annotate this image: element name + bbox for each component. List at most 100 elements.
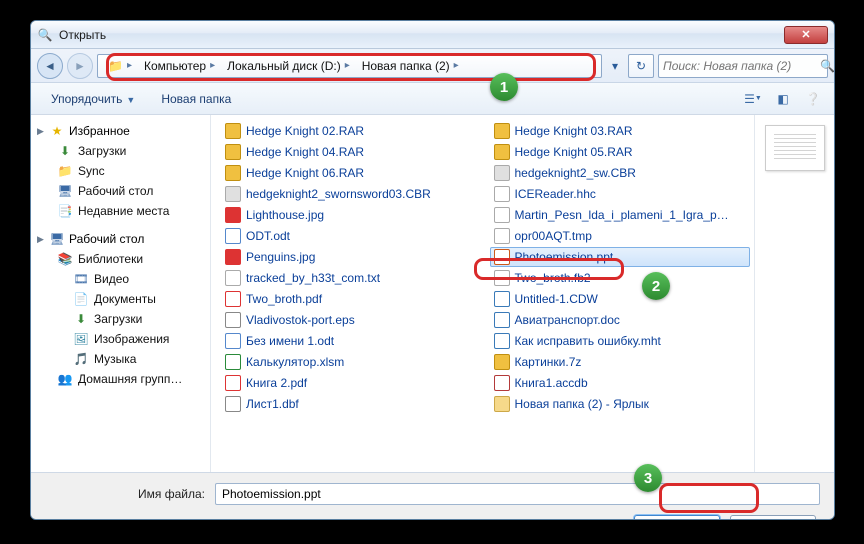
search-input[interactable] <box>663 59 820 73</box>
sidebar-video[interactable]: 🎞Видео <box>31 269 210 289</box>
library-icon: 📚 <box>57 251 73 267</box>
file-name: Hedge Knight 05.RAR <box>515 145 633 159</box>
sidebar-homegroup[interactable]: 👥Домашняя групп… <box>31 369 210 389</box>
file-item[interactable]: Картинки.7z <box>490 352 751 372</box>
file-item[interactable]: hedgeknight2_sw.CBR <box>490 163 751 183</box>
organize-button[interactable]: Упорядочить▼ <box>41 88 145 110</box>
file-icon <box>494 291 510 307</box>
open-button[interactable]: Открыть▼ <box>634 515 720 520</box>
file-name: Untitled-1.CDW <box>515 292 598 306</box>
file-item[interactable]: Книга 2.pdf <box>221 373 482 393</box>
file-pane: Hedge Knight 02.RARHedge Knight 04.RAR He… <box>211 115 754 472</box>
file-item[interactable]: Hedge Knight 06.RAR <box>221 163 482 183</box>
sidebar-desktop[interactable]: ▶🖥Рабочий стол <box>31 229 210 249</box>
file-item[interactable]: Hedge Knight 02.RAR <box>221 121 482 141</box>
new-folder-button[interactable]: Новая папка <box>151 88 241 110</box>
file-icon <box>225 207 241 223</box>
file-item[interactable]: Two_broth.fb2 <box>490 268 751 288</box>
file-icon <box>225 396 241 412</box>
file-icon <box>225 291 241 307</box>
download-icon: ⬇ <box>73 311 89 327</box>
file-icon <box>494 312 510 328</box>
sidebar-libraries[interactable]: 📚Библиотеки <box>31 249 210 269</box>
breadcrumb[interactable]: 📁▸ Компьютер▸ Локальный диск (D:)▸ Новая… <box>97 54 602 78</box>
file-name: Лист1.dbf <box>246 397 299 411</box>
sidebar-downloads2[interactable]: ⬇Загрузки <box>31 309 210 329</box>
file-item[interactable]: Untitled-1.CDW <box>490 289 751 309</box>
refresh-button[interactable]: ↻ <box>628 54 654 78</box>
close-button[interactable]: ✕ <box>784 26 828 44</box>
file-name: Photoemission.ppt <box>515 250 614 264</box>
file-icon <box>225 333 241 349</box>
file-item[interactable]: Лист1.dbf <box>221 394 482 414</box>
sidebar-sync[interactable]: 📁Sync <box>31 161 210 181</box>
file-name: hedgeknight2_sw.CBR <box>515 166 636 180</box>
sidebar-documents[interactable]: 📄Документы <box>31 289 210 309</box>
preview-thumbnail <box>765 125 825 171</box>
sidebar-favorites[interactable]: ▶★Избранное <box>31 121 210 141</box>
file-icon <box>225 228 241 244</box>
file-icon <box>494 249 510 265</box>
sidebar-music[interactable]: 🎵Музыка <box>31 349 210 369</box>
file-item[interactable]: Hedge Knight 03.RAR <box>490 121 751 141</box>
crumb-1[interactable]: Локальный диск (D:)▸ <box>221 59 356 73</box>
file-name: Two_broth.fb2 <box>515 271 591 285</box>
file-name: Hedge Knight 06.RAR <box>246 166 364 180</box>
file-icon <box>494 333 510 349</box>
file-item[interactable]: hedgeknight2_swornsword03.CBR <box>221 184 482 204</box>
window-title: Открыть <box>59 28 784 42</box>
file-item[interactable]: Vladivostok-port.eps <box>221 310 482 330</box>
crumb-2[interactable]: Новая папка (2)▸ <box>356 59 465 73</box>
file-name: Картинки.7z <box>515 355 582 369</box>
preview-pane-button[interactable]: ◧ <box>772 88 794 110</box>
file-name: Калькулятор.xlsm <box>246 355 344 369</box>
video-icon: 🎞 <box>73 271 89 287</box>
file-item[interactable]: ODT.odt <box>221 226 482 246</box>
file-item[interactable]: Без имени 1.odt <box>221 331 482 351</box>
crumb-root[interactable]: 📁▸ <box>102 59 138 73</box>
cancel-button[interactable]: Отмена <box>730 515 816 520</box>
file-item[interactable]: Калькулятор.xlsm <box>221 352 482 372</box>
file-icon <box>494 396 510 412</box>
file-item[interactable]: ICEReader.hhc <box>490 184 751 204</box>
app-icon: 🔍 <box>37 27 53 43</box>
file-name: Martin_Pesn_lda_i_plameni_1_Igra_p… <box>515 208 729 222</box>
star-icon: ★ <box>49 123 65 139</box>
file-item[interactable]: Hedge Knight 05.RAR <box>490 142 751 162</box>
file-name: ICEReader.hhc <box>515 187 596 201</box>
documents-icon: 📄 <box>73 291 89 307</box>
file-item[interactable]: Penguins.jpg <box>221 247 482 267</box>
forward-button[interactable]: ► <box>67 53 93 79</box>
file-item[interactable]: Lighthouse.jpg <box>221 205 482 225</box>
file-name: Two_broth.pdf <box>246 292 322 306</box>
file-name: Без имени 1.odt <box>246 334 334 348</box>
sidebar-pictures[interactable]: 🖼Изображения <box>31 329 210 349</box>
file-item[interactable]: Photoemission.ppt <box>490 247 751 267</box>
file-item[interactable]: opr00AQT.tmp <box>490 226 751 246</box>
callout-1-num: 1 <box>490 73 518 101</box>
file-item[interactable]: Hedge Knight 04.RAR <box>221 142 482 162</box>
file-item[interactable]: Как исправить ошибку.mht <box>490 331 751 351</box>
file-name: Vladivostok-port.eps <box>246 313 355 327</box>
sidebar-downloads[interactable]: ⬇Загрузки <box>31 141 210 161</box>
file-item[interactable]: Книга1.accdb <box>490 373 751 393</box>
file-item[interactable]: Two_broth.pdf <box>221 289 482 309</box>
view-button[interactable]: ☰▼ <box>742 88 764 110</box>
file-icon <box>494 165 510 181</box>
filename-input[interactable] <box>215 483 820 505</box>
search-box[interactable]: 🔍 <box>658 54 828 78</box>
file-item[interactable]: Martin_Pesn_lda_i_plameni_1_Igra_p… <box>490 205 751 225</box>
back-button[interactable]: ◄ <box>37 53 63 79</box>
file-icon <box>225 354 241 370</box>
file-item[interactable]: Авиатранспорт.doc <box>490 310 751 330</box>
crumb-0[interactable]: Компьютер▸ <box>138 59 221 73</box>
help-button[interactable]: ❔ <box>802 88 824 110</box>
file-item[interactable]: Новая папка (2) - Ярлык <box>490 394 751 414</box>
file-name: Книга1.accdb <box>515 376 588 390</box>
file-item[interactable]: tracked_by_h33t_com.txt <box>221 268 482 288</box>
search-icon: 🔍 <box>820 59 835 73</box>
breadcrumb-dropdown[interactable]: ▾ <box>606 55 624 77</box>
sidebar-recent[interactable]: 📑Недавние места <box>31 201 210 221</box>
sidebar-desktop-fav[interactable]: 🖥Рабочий стол <box>31 181 210 201</box>
file-icon <box>494 186 510 202</box>
